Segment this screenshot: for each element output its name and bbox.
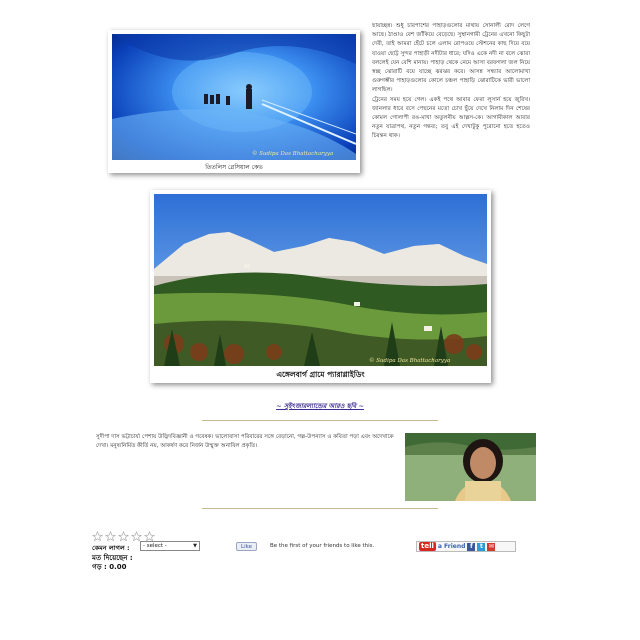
- facebook-icon: f: [467, 542, 476, 551]
- average-row: গড় : 0.00: [92, 561, 127, 573]
- rating-select[interactable]: - select - ▼: [140, 541, 200, 551]
- photo-watermark: © Sudipa Das Bhattacharyya: [369, 358, 451, 364]
- divider: [202, 508, 438, 509]
- tell-logo: tell: [419, 542, 436, 551]
- photo-caption: এঙ্গেলবার্গ গ্রামে প্যারাগ্লাইডিং: [276, 370, 365, 379]
- star-icon[interactable]: [105, 531, 116, 542]
- ice-cave-photo: © Sudipa Das Bhattacharyya: [112, 34, 356, 160]
- chevron-down-icon: ▼: [193, 543, 197, 549]
- glacier-cave-photo-frame: © Sudipa Das Bhattacharyya তিতলিস গ্লেসি…: [108, 30, 360, 173]
- twitter-icon: t: [477, 542, 486, 551]
- like-label: Like: [241, 544, 252, 550]
- tell-a-friend-button[interactable]: tell a Friend f t ✉: [416, 541, 516, 552]
- more-photos-link-container: ~ সুইৎজারল্যান্ডের আরও ছবি ~: [0, 401, 640, 412]
- more-photos-link[interactable]: ~ সুইৎজারল্যান্ডের আরও ছবি ~: [276, 402, 364, 410]
- author-portrait: [405, 433, 536, 501]
- star-icon[interactable]: [92, 531, 103, 542]
- article-paragraph: ট্রেনের সময় হয়ে গেল। একই পথে আবার ফেরা…: [372, 96, 530, 140]
- engelberg-photo-frame: © Sudipa Das Bhattacharyya এঙ্গেলবার্গ গ…: [150, 190, 491, 383]
- tell-a-friend-label: a Friend: [437, 543, 466, 550]
- alps-village-photo: © Sudipa Das Bhattacharyya: [154, 194, 487, 366]
- article-text: ছায়াচ্ছন্ন। শুধু চারপাশের পাহাড়গুলোর ম…: [372, 22, 530, 142]
- facebook-like-text: Be the first of your friends to like thi…: [270, 543, 375, 549]
- divider: [202, 420, 438, 421]
- photo-caption: তিতলিস গ্লেসিয়াল কেভ: [205, 164, 263, 171]
- rating-select-value: - select -: [143, 543, 167, 549]
- average-value: 0.00: [109, 563, 127, 571]
- average-label: গড় :: [92, 563, 107, 571]
- email-icon: ✉: [487, 542, 496, 551]
- star-icon[interactable]: [118, 531, 129, 542]
- article-paragraph: ছায়াচ্ছন্ন। শুধু চারপাশের পাহাড়গুলোর ম…: [372, 23, 530, 94]
- photo-watermark: © Sudipa Das Bhattacharyya: [252, 151, 334, 157]
- author-bio: সুদীপা দাস ভট্টাচার্য্য পেশায় উদ্ভিদবিজ…: [96, 434, 394, 449]
- facebook-like-button[interactable]: Like: [236, 542, 257, 551]
